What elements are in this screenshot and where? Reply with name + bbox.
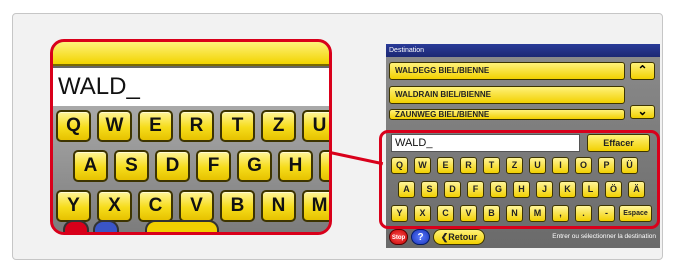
zoom-key[interactable]: A xyxy=(73,150,108,182)
keyboard-key[interactable]: K xyxy=(559,181,576,198)
keyboard-key[interactable]: G xyxy=(490,181,507,198)
keyboard-key[interactable]: A xyxy=(398,181,415,198)
zoom-key[interactable]: X xyxy=(97,190,132,222)
keyboard-key[interactable]: N xyxy=(506,205,523,222)
keyboard-key[interactable]: Z xyxy=(506,157,523,174)
keyboard-key[interactable]: J xyxy=(536,181,553,198)
zoom-key[interactable]: H xyxy=(278,150,313,182)
keyboard-key[interactable]: , xyxy=(552,205,569,222)
keyboard-key[interactable]: - xyxy=(598,205,615,222)
zoom-key[interactable]: Q xyxy=(56,110,91,142)
result-item-3[interactable]: ZAUNWEG BIEL/BIENNE xyxy=(389,109,625,120)
keyboard-key[interactable]: P xyxy=(598,157,615,174)
back-button[interactable]: ❮Retour xyxy=(433,229,485,245)
back-label: Retour xyxy=(448,232,478,242)
keyboard-key[interactable]: C xyxy=(437,205,454,222)
header-title: Destination xyxy=(386,44,660,57)
keyboard-key[interactable]: X xyxy=(414,205,431,222)
result-item-2[interactable]: WALDRAIN BIEL/BIENNE xyxy=(389,86,625,104)
zoom-destination-input[interactable]: WALD_ xyxy=(53,66,329,108)
caret-down-icon: ⌄ xyxy=(637,104,648,118)
zoom-key[interactable]: F xyxy=(196,150,231,182)
caret-up-icon: ⌃ xyxy=(637,63,648,77)
keyboard-key[interactable]: Ö xyxy=(605,181,622,198)
keyboard-key[interactable]: V xyxy=(460,205,477,222)
zoom-key[interactable]: C xyxy=(138,190,173,222)
keyboard-key[interactable]: W xyxy=(414,157,431,174)
keyboard-key[interactable]: F xyxy=(467,181,484,198)
zoom-key[interactable]: N xyxy=(261,190,296,222)
destination-input[interactable]: WALD_ xyxy=(391,134,580,152)
keyboard-key[interactable]: O xyxy=(575,157,592,174)
keyboard-key[interactable]: H xyxy=(513,181,530,198)
scroll-up-button[interactable]: ⌃ xyxy=(630,62,655,80)
zoom-key[interactable]: R xyxy=(179,110,214,142)
keyboard-key[interactable]: R xyxy=(460,157,477,174)
help-button[interactable]: ? xyxy=(411,229,430,245)
stop-button[interactable]: Stop xyxy=(389,229,408,245)
zoom-back-button[interactable] xyxy=(145,220,219,232)
result-item-1[interactable]: WALDEGG BIEL/BIENNE xyxy=(389,62,625,80)
keyboard-key[interactable]: Ü xyxy=(621,157,638,174)
keyboard-key[interactable]: T xyxy=(483,157,500,174)
keyboard-key[interactable]: Ä xyxy=(628,181,645,198)
keyboard-key[interactable]: U xyxy=(529,157,546,174)
zoom-callout: WALD_ QWERTZU ASDFGHJ YXCVBNM xyxy=(50,39,332,235)
space-key[interactable]: Espace xyxy=(619,205,652,222)
keyboard-key[interactable]: Q xyxy=(391,157,408,174)
zoom-key[interactable]: B xyxy=(220,190,255,222)
status-text: Entrer ou sélectionner la destination xyxy=(552,233,656,240)
zoom-key[interactable]: D xyxy=(155,150,190,182)
zoom-key[interactable]: E xyxy=(138,110,173,142)
keyboard-key[interactable]: S xyxy=(421,181,438,198)
zoom-key[interactable]: Z xyxy=(261,110,296,142)
zoom-key[interactable]: U xyxy=(302,110,329,142)
zoom-key[interactable]: M xyxy=(302,190,329,222)
keyboard-key[interactable]: . xyxy=(575,205,592,222)
keyboard-key[interactable]: L xyxy=(582,181,599,198)
keyboard-key[interactable]: E xyxy=(437,157,454,174)
zoom-stop-button[interactable] xyxy=(63,220,89,232)
zoom-key[interactable]: V xyxy=(179,190,214,222)
keyboard-key[interactable]: D xyxy=(444,181,461,198)
keyboard-key[interactable]: B xyxy=(483,205,500,222)
keyboard-key[interactable]: M xyxy=(529,205,546,222)
zoom-top-bar xyxy=(53,42,329,66)
keyboard-key[interactable]: I xyxy=(552,157,569,174)
zoom-key[interactable]: W xyxy=(97,110,132,142)
zoom-key[interactable]: G xyxy=(237,150,272,182)
scroll-down-button[interactable]: ⌄ xyxy=(630,105,655,119)
zoom-key[interactable]: S xyxy=(114,150,149,182)
zoom-key[interactable]: Y xyxy=(56,190,91,222)
zoom-key[interactable]: T xyxy=(220,110,255,142)
zoom-key[interactable]: J xyxy=(319,150,329,182)
keyboard-key[interactable]: Y xyxy=(391,205,408,222)
zoom-help-button[interactable] xyxy=(93,220,119,232)
zoom-keyboard: QWERTZU ASDFGHJ YXCVBNM xyxy=(53,106,329,232)
clear-button[interactable]: Effacer xyxy=(587,134,650,152)
